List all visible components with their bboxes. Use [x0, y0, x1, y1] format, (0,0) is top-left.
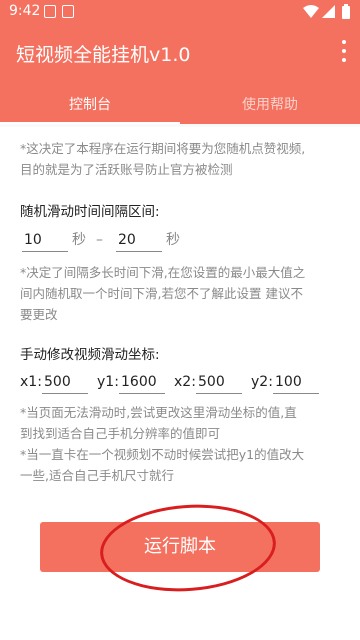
interval-max-input[interactable]: 20	[116, 228, 162, 252]
app-bar: 短视频全能挂机v1.0	[0, 24, 360, 86]
tab-indicator	[0, 122, 180, 124]
battery-icon	[342, 4, 350, 19]
x2-input[interactable]: 500	[196, 370, 242, 394]
a-icon	[62, 5, 74, 18]
interval-dash: –	[96, 232, 103, 248]
y1-label: y1:	[97, 374, 119, 390]
interval-note: *决定了间隔多长时间下滑,在您设置的最小最大值之 间内随机取一个时间下滑,若您不…	[20, 265, 306, 322]
notification-icon	[44, 5, 56, 18]
coords-label: 手动修改视频滑动坐标:	[20, 347, 160, 363]
tab-bar: 控制台 使用帮助	[0, 86, 360, 124]
status-bar: 9:42	[0, 0, 360, 24]
status-time: 9:42	[9, 3, 41, 19]
y2-label: y2:	[251, 374, 273, 390]
tab-console-label: 控制台	[69, 97, 111, 113]
interval-min-unit: 秒	[72, 232, 86, 248]
x1-label: x1:	[20, 374, 42, 390]
x2-label: x2:	[174, 374, 196, 390]
x1-input[interactable]: 500	[42, 370, 88, 394]
tab-help-label: 使用帮助	[242, 97, 298, 113]
wifi-icon	[303, 5, 319, 18]
y1-input[interactable]: 1600	[119, 370, 165, 394]
signal-icon	[322, 5, 335, 18]
coords-note: *当页面无法滑动时,尝试更改这里滑动坐标的值,直 到找到适合自己手机分辨率的值即…	[20, 405, 305, 483]
tab-help[interactable]: 使用帮助	[180, 86, 360, 124]
tab-console[interactable]: 控制台	[0, 86, 180, 124]
app-title: 短视频全能挂机v1.0	[16, 44, 191, 66]
interval-label: 随机滑动时间间隔区间:	[20, 204, 160, 220]
y2-input[interactable]: 100	[273, 370, 319, 394]
interval-min-input[interactable]: 10	[22, 228, 68, 252]
interval-max-unit: 秒	[166, 232, 180, 248]
more-vert-icon[interactable]	[340, 40, 348, 66]
intro-note: *这决定了本程序在运行期间将要为您随机点赞视频, 目的就是为了活跃账号防止官方被…	[20, 141, 306, 177]
run-script-button[interactable]: 运行脚本	[40, 522, 320, 572]
